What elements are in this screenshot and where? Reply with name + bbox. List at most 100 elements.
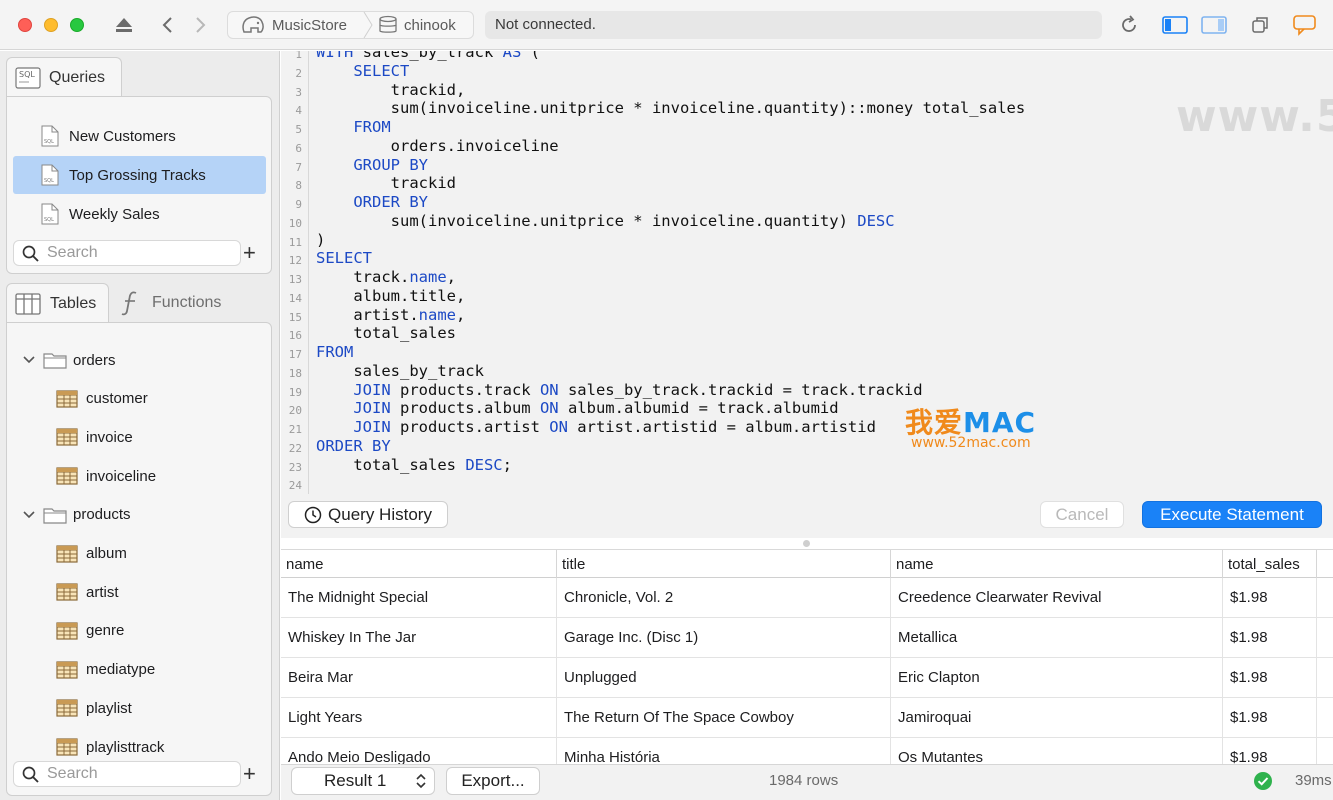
table-cell[interactable]: The Return Of The Space Cowboy bbox=[557, 698, 891, 738]
result-select[interactable]: Result 1 bbox=[291, 767, 435, 795]
export-button[interactable]: Export... bbox=[446, 767, 540, 795]
tree-table-label: invoiceline bbox=[86, 467, 157, 485]
table-cell[interactable]: Unplugged bbox=[557, 658, 891, 698]
query-history-button[interactable]: Query History bbox=[288, 501, 448, 528]
disclosure-chevron-icon[interactable] bbox=[23, 355, 35, 365]
tree-table-label: mediatype bbox=[86, 661, 156, 679]
code-text: sum(invoiceline.unitprice * invoiceline.… bbox=[316, 99, 1026, 118]
toggle-left-sidebar-icon[interactable] bbox=[1162, 14, 1188, 36]
table-cell[interactable]: Light Years bbox=[281, 698, 557, 738]
tree-table[interactable]: customer bbox=[56, 380, 148, 418]
tree-table[interactable]: mediatype bbox=[56, 651, 155, 689]
table-cell[interactable]: $1.98 bbox=[1223, 658, 1317, 698]
cancel-button[interactable]: Cancel bbox=[1040, 501, 1124, 528]
tab-tables[interactable]: Tables bbox=[6, 283, 109, 323]
tree-folder[interactable]: orders bbox=[23, 341, 116, 379]
column-header[interactable]: title bbox=[557, 550, 891, 578]
table-cell[interactable]: Garage Inc. (Disc 1) bbox=[557, 618, 891, 658]
tables-search-input[interactable]: Search bbox=[13, 761, 241, 787]
tree-table[interactable]: genre bbox=[56, 612, 124, 650]
code-line: GROUP BY bbox=[316, 156, 428, 174]
query-item[interactable]: SQL Weekly Sales bbox=[13, 195, 266, 233]
line-number: 4 bbox=[295, 104, 302, 118]
execute-statement-button[interactable]: Execute Statement bbox=[1142, 501, 1322, 528]
sql-keyword: GROUP BY bbox=[353, 155, 428, 174]
new-window-icon[interactable] bbox=[1250, 14, 1270, 36]
code-line: trackid bbox=[316, 174, 456, 192]
table-row[interactable]: Ando Meio Desligado Minha História Os Muta… bbox=[281, 738, 1333, 764]
svg-text:SQL: SQL bbox=[44, 178, 54, 184]
table-cell[interactable]: Eric Clapton bbox=[891, 658, 1223, 698]
line-number-gutter: 1 2 3 4 5 6 7 8 9 10 11 12 13 14 15 16 17 18 19 20 21 22 23 24 bbox=[281, 51, 309, 494]
table-cell[interactable]: $1.98 bbox=[1223, 618, 1317, 658]
table-cell[interactable]: Minha História bbox=[557, 738, 891, 764]
refresh-icon[interactable] bbox=[1119, 14, 1139, 36]
table-icon bbox=[56, 699, 78, 717]
code-line: JOIN products.album ON album.albumid = t… bbox=[316, 399, 838, 417]
code-text: trackid bbox=[316, 174, 456, 193]
code-line: ) bbox=[316, 231, 325, 249]
breadcrumb-server[interactable]: MusicStore bbox=[240, 12, 347, 38]
table-row[interactable]: Whiskey In The Jar Garage Inc. (Disc 1) Me… bbox=[281, 618, 1333, 658]
forward-arrow-icon[interactable] bbox=[192, 14, 210, 36]
tree-table[interactable]: album bbox=[56, 535, 127, 573]
table-cell[interactable]: Jamiroquai bbox=[891, 698, 1223, 738]
table-cell[interactable]: $1.98 bbox=[1223, 738, 1317, 764]
table-cell[interactable]: Chronicle, Vol. 2 bbox=[557, 578, 891, 618]
query-item-label: Top Grossing Tracks bbox=[69, 166, 206, 184]
table-row[interactable]: Beira Mar Unplugged Eric Clapton $1.98 bbox=[281, 658, 1333, 698]
tree-table[interactable]: invoice bbox=[56, 418, 133, 456]
line-number: 19 bbox=[288, 385, 302, 399]
line-number: 3 bbox=[295, 85, 302, 99]
back-arrow-icon[interactable] bbox=[158, 14, 176, 36]
close-window-button[interactable] bbox=[18, 18, 32, 32]
add-table-button[interactable]: + bbox=[243, 763, 256, 785]
table-cell[interactable]: Creedence Clearwater Revival bbox=[891, 578, 1223, 618]
code-text: trackid, bbox=[316, 80, 466, 99]
table-cell[interactable]: Ando Meio Desligado bbox=[281, 738, 557, 764]
tree-table[interactable]: playlist bbox=[56, 689, 132, 727]
table-row[interactable]: The Midnight Special Chronicle, Vol. 2 Cre… bbox=[281, 578, 1333, 618]
split-handle[interactable] bbox=[803, 540, 810, 547]
code-text: artist. bbox=[316, 305, 419, 324]
zoom-window-button[interactable] bbox=[70, 18, 84, 32]
sql-editor[interactable]: 1 2 3 4 5 6 7 8 9 10 11 12 13 14 15 16 17 18 19 20 21 22 23 24 … bbox=[281, 51, 1333, 494]
tree-table-label: album bbox=[86, 545, 127, 562]
elephant-icon bbox=[240, 15, 266, 35]
breadcrumb-database[interactable]: chinook bbox=[378, 12, 456, 38]
table-cell[interactable]: Metallica bbox=[891, 618, 1223, 658]
code-text: sales_by_track.trackid = track.trackid bbox=[558, 380, 923, 399]
table-cell[interactable]: The Midnight Special bbox=[281, 578, 557, 618]
tree-folder[interactable]: products bbox=[23, 496, 131, 534]
disclosure-chevron-icon[interactable] bbox=[23, 510, 35, 520]
toggle-right-sidebar-icon[interactable] bbox=[1201, 14, 1227, 36]
tab-functions[interactable]: Functions bbox=[116, 283, 236, 323]
column-header[interactable]: total_sales bbox=[1223, 550, 1317, 578]
status-bar: Result 1 Export... 1984 rows 39ms bbox=[281, 764, 1333, 800]
tab-queries[interactable]: SQL Queries bbox=[6, 57, 122, 97]
table-cell[interactable]: $1.98 bbox=[1223, 578, 1317, 618]
query-item[interactable]: SQL New Customers bbox=[13, 117, 266, 155]
queries-search-input[interactable]: Search bbox=[13, 240, 241, 266]
tree-table[interactable]: artist bbox=[56, 573, 119, 611]
query-item[interactable]: SQL Top Grossing Tracks bbox=[13, 156, 266, 194]
table-cell[interactable]: Beira Mar bbox=[281, 658, 557, 698]
table-cell[interactable]: Os Mutantes bbox=[891, 738, 1223, 764]
code-text: album.title, bbox=[316, 286, 466, 305]
table-icon bbox=[56, 467, 78, 485]
breadcrumb-chevron-icon bbox=[363, 12, 373, 38]
line-number: 14 bbox=[288, 291, 302, 305]
table-row[interactable]: Light Years The Return Of The Space Cowbo… bbox=[281, 698, 1333, 738]
eject-icon[interactable] bbox=[113, 14, 135, 36]
column-header[interactable]: name bbox=[281, 550, 557, 578]
table-cell[interactable]: $1.98 bbox=[1223, 698, 1317, 738]
chat-bubble-icon[interactable] bbox=[1292, 14, 1318, 36]
add-query-button[interactable]: + bbox=[243, 242, 256, 264]
queries-panel: SQL New Customers SQL Top Grossing Tracks SQ… bbox=[6, 96, 272, 274]
column-header[interactable]: name bbox=[891, 550, 1223, 578]
minimize-window-button[interactable] bbox=[44, 18, 58, 32]
tree-table[interactable]: invoiceline bbox=[56, 457, 156, 495]
code-text: orders.invoiceline bbox=[316, 136, 559, 155]
table-cell[interactable]: Whiskey In The Jar bbox=[281, 618, 557, 658]
queries-search-placeholder: Search bbox=[47, 244, 98, 261]
